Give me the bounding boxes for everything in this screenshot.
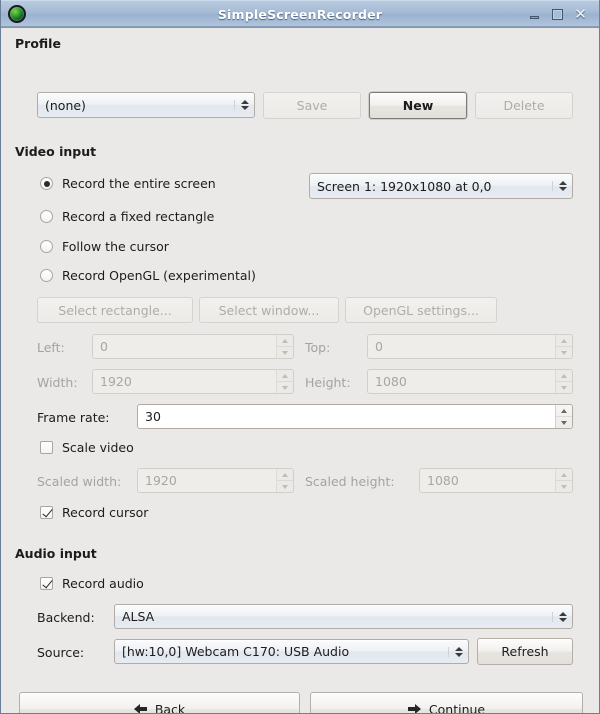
title-bar: SimpleScreenRecorder ✕ <box>1 0 599 28</box>
width-spinbox[interactable]: 1920 <box>92 369 294 394</box>
window-title: SimpleScreenRecorder <box>1 7 599 22</box>
minimize-button[interactable] <box>526 6 543 23</box>
close-icon: ✕ <box>574 7 587 21</box>
arrow-left-icon <box>134 704 147 714</box>
window-controls: ✕ <box>526 6 599 23</box>
spinner-arrows-icon <box>276 370 293 393</box>
audio-input-heading: Audio input <box>15 546 97 561</box>
scaled-width-value: 1920 <box>138 469 276 492</box>
select-rectangle-button[interactable]: Select rectangle... <box>37 297 193 323</box>
scaled-width-label: Scaled width: <box>37 474 121 489</box>
checkbox-icon <box>40 577 53 590</box>
radio-icon <box>40 240 53 253</box>
spinner-arrows-icon <box>555 370 572 393</box>
radio-label: Follow the cursor <box>62 239 169 254</box>
width-value: 1920 <box>93 370 276 393</box>
maximize-button[interactable] <box>549 6 566 23</box>
screen-select-combo[interactable]: Screen 1: 1920x1080 at 0,0 <box>309 173 573 199</box>
scaled-height-spinbox[interactable]: 1080 <box>419 468 573 493</box>
radio-label: Record OpenGL (experimental) <box>62 268 256 283</box>
video-input-heading: Video input <box>15 144 96 159</box>
continue-button-label: Continue <box>429 702 485 714</box>
backend-label: Backend: <box>37 610 95 625</box>
radio-record-fixed-rectangle[interactable]: Record a fixed rectangle <box>40 209 214 224</box>
frame-rate-label: Frame rate: <box>37 410 110 425</box>
left-value: 0 <box>93 335 276 358</box>
arrow-right-icon <box>408 704 421 714</box>
radio-label: Record the entire screen <box>62 176 216 191</box>
radio-icon <box>40 177 53 190</box>
select-window-button[interactable]: Select window... <box>199 297 339 323</box>
backend-value: ALSA <box>115 609 552 624</box>
left-label: Left: <box>37 340 65 355</box>
save-profile-button[interactable]: Save <box>263 92 361 119</box>
radio-label: Record a fixed rectangle <box>62 209 214 224</box>
ssr-globe-icon <box>8 5 26 23</box>
checkbox-icon <box>40 441 53 454</box>
spinner-arrows-icon <box>555 469 572 492</box>
height-value: 1080 <box>368 370 555 393</box>
radio-icon <box>40 210 53 223</box>
back-button-label: Back <box>155 702 185 714</box>
backend-combo[interactable]: ALSA <box>114 604 573 629</box>
maximize-icon <box>552 9 563 20</box>
dialog-content: Profile (none) Save New Delete Video inp… <box>1 28 599 713</box>
close-button[interactable]: ✕ <box>572 6 589 23</box>
top-label: Top: <box>305 340 330 355</box>
back-button[interactable]: Back <box>19 692 300 714</box>
spinner-arrows-icon <box>276 469 293 492</box>
width-label: Width: <box>37 375 78 390</box>
simplescreenrecorder-window: SimpleScreenRecorder ✕ Profile (none) Sa… <box>0 0 600 714</box>
radio-record-opengl[interactable]: Record OpenGL (experimental) <box>40 268 256 283</box>
new-profile-button[interactable]: New <box>369 92 467 119</box>
checkbox-icon <box>40 506 53 519</box>
scaled-width-spinbox[interactable]: 1920 <box>137 468 294 493</box>
spinner-arrows-icon <box>555 335 572 358</box>
frame-rate-spinbox[interactable]: 30 <box>137 404 573 429</box>
scaled-height-value: 1080 <box>420 469 555 492</box>
checkbox-label: Record cursor <box>62 505 148 520</box>
chevron-updown-icon <box>552 181 572 191</box>
minimize-icon <box>530 16 539 19</box>
checkbox-scale-video[interactable]: Scale video <box>40 440 134 455</box>
profile-combo-value: (none) <box>38 98 234 113</box>
source-value: [hw:10,0] Webcam C170: USB Audio <box>115 644 448 659</box>
source-combo[interactable]: [hw:10,0] Webcam C170: USB Audio <box>114 639 469 664</box>
height-label: Height: <box>305 375 351 390</box>
checkbox-label: Record audio <box>62 576 144 591</box>
chevron-updown-icon <box>234 100 254 110</box>
checkbox-record-cursor[interactable]: Record cursor <box>40 505 148 520</box>
radio-follow-the-cursor[interactable]: Follow the cursor <box>40 239 169 254</box>
top-spinbox[interactable]: 0 <box>367 334 573 359</box>
delete-profile-button[interactable]: Delete <box>475 92 573 119</box>
frame-rate-value: 30 <box>138 405 555 428</box>
refresh-sources-button[interactable]: Refresh <box>477 638 573 665</box>
scaled-height-label: Scaled height: <box>305 474 395 489</box>
checkbox-record-audio[interactable]: Record audio <box>40 576 144 591</box>
continue-button[interactable]: Continue <box>310 692 583 714</box>
opengl-settings-button[interactable]: OpenGL settings... <box>345 297 497 323</box>
spinner-arrows-icon <box>276 335 293 358</box>
screen-select-value: Screen 1: 1920x1080 at 0,0 <box>310 179 552 194</box>
left-spinbox[interactable]: 0 <box>92 334 294 359</box>
top-value: 0 <box>368 335 555 358</box>
chevron-updown-icon <box>552 612 572 622</box>
radio-icon <box>40 269 53 282</box>
source-label: Source: <box>37 645 84 660</box>
chevron-updown-icon <box>448 647 468 657</box>
checkbox-label: Scale video <box>62 440 134 455</box>
height-spinbox[interactable]: 1080 <box>367 369 573 394</box>
radio-record-entire-screen[interactable]: Record the entire screen <box>40 176 216 191</box>
spinner-arrows-icon <box>555 405 572 428</box>
profile-combo[interactable]: (none) <box>37 92 255 118</box>
profile-heading: Profile <box>15 36 61 51</box>
